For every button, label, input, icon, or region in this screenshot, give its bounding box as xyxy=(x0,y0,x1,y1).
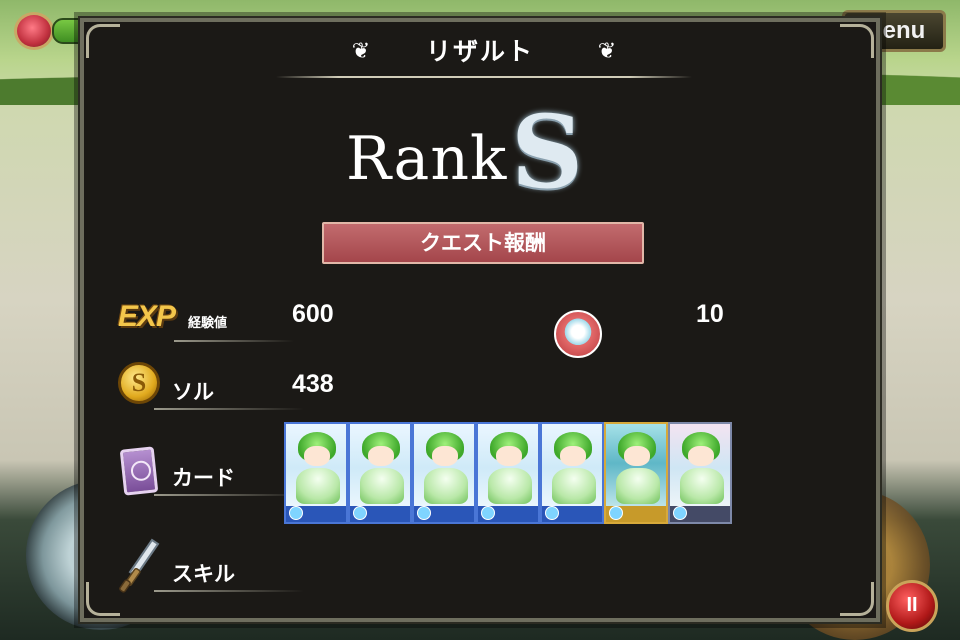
reward-card[interactable] xyxy=(412,422,476,524)
row-underline xyxy=(154,590,304,592)
pause-button[interactable]: II xyxy=(886,580,938,632)
card-label: カード xyxy=(172,466,235,490)
exp-value: 600 xyxy=(292,300,334,328)
friend-point-value: 10 xyxy=(696,300,724,328)
row-underline xyxy=(174,340,294,342)
reward-card[interactable] xyxy=(540,422,604,524)
fleur-ornament-icon: ❦ xyxy=(597,39,617,64)
card-reward-list xyxy=(284,422,732,526)
result-panel: ❦ リザルト ❦ Rank S クエスト報酬 EXP 経験値 600 10 S … xyxy=(78,16,882,624)
result-title: リザルト xyxy=(425,37,534,66)
heart-icon xyxy=(14,12,54,50)
reward-card-rare[interactable] xyxy=(668,422,732,524)
skill-label: スキル xyxy=(172,562,235,586)
skill-row: スキル xyxy=(114,538,334,594)
sol-label: ソル xyxy=(172,380,214,404)
reward-card[interactable] xyxy=(476,422,540,524)
fleur-ornament-icon: ❦ xyxy=(351,39,371,64)
title-divider xyxy=(276,76,692,78)
handshake-icon xyxy=(554,310,602,358)
row-underline xyxy=(154,494,304,496)
sol-coin-icon: S xyxy=(118,362,160,404)
reward-card[interactable] xyxy=(284,422,348,524)
reward-card-rare[interactable] xyxy=(604,422,668,524)
sword-icon xyxy=(119,538,160,593)
exp-label: 経験値 xyxy=(188,316,228,331)
rank-word: Rank xyxy=(346,124,508,194)
exp-badge-icon: EXP xyxy=(118,300,176,333)
result-header: ❦ リザルト ❦ xyxy=(84,30,876,74)
card-icon xyxy=(119,446,159,496)
reward-card[interactable] xyxy=(348,422,412,524)
row-underline xyxy=(154,408,304,410)
panel-corner-ornament xyxy=(840,582,874,616)
rank-letter: S xyxy=(511,93,584,211)
quest-reward-header: クエスト報酬 xyxy=(322,222,644,264)
sol-value: 438 xyxy=(292,370,334,398)
